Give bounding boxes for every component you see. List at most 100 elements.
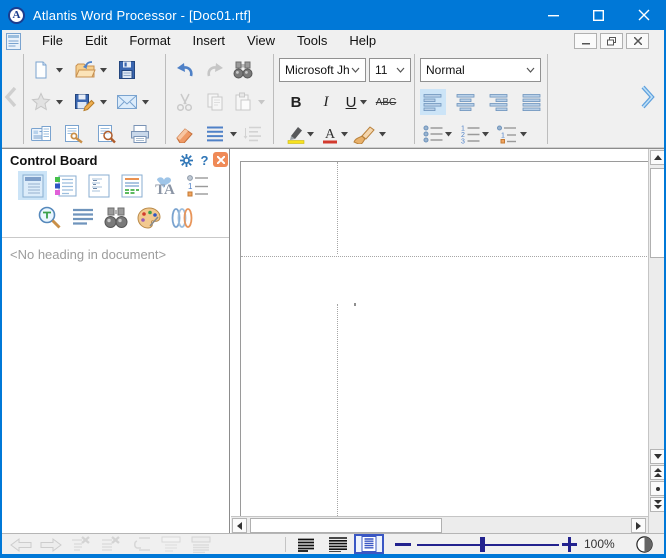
bullets-dropdown[interactable] <box>443 121 453 147</box>
cb-outline-tab[interactable]: 1 <box>183 171 212 200</box>
line-spacing-button[interactable] <box>202 121 228 147</box>
underline-dropdown[interactable] <box>358 89 368 115</box>
document-repair-button[interactable] <box>61 121 87 147</box>
nav-back-button[interactable] <box>8 535 34 554</box>
menu-insert[interactable]: Insert <box>182 30 237 52</box>
zoom-out-button[interactable] <box>395 543 411 546</box>
vertical-scrollbar[interactable] <box>648 149 666 516</box>
align-left-button[interactable] <box>420 89 446 115</box>
eraser-button[interactable] <box>172 121 198 147</box>
doc-restore-button[interactable] <box>600 33 623 49</box>
scroll-right-button[interactable] <box>631 518 646 533</box>
email-dropdown[interactable] <box>140 89 150 115</box>
copy-button[interactable] <box>202 89 228 115</box>
document-page[interactable] <box>240 161 648 516</box>
font-color-dropdown[interactable] <box>339 121 349 147</box>
menu-edit[interactable]: Edit <box>74 30 118 52</box>
nav-forward-button[interactable] <box>38 535 64 554</box>
cb-paragraph-tab[interactable] <box>68 203 97 232</box>
draft-view-button[interactable] <box>294 535 318 554</box>
close-button[interactable] <box>621 0 666 30</box>
line-spacing-dropdown[interactable] <box>228 121 238 147</box>
contrast-toggle[interactable] <box>636 536 653 556</box>
format-painter-button[interactable] <box>351 121 377 147</box>
open-dropdown[interactable] <box>98 57 108 83</box>
demote-heading-button[interactable] <box>128 535 154 554</box>
strikethrough-button[interactable]: ABC <box>370 89 402 115</box>
align-right-button[interactable] <box>486 89 512 115</box>
cb-clipboard-tab[interactable] <box>167 203 196 232</box>
cb-typography-tab[interactable]: TA <box>150 171 179 200</box>
find-button[interactable] <box>230 57 256 83</box>
remove-all-headings-button[interactable] <box>98 535 124 554</box>
align-center-button[interactable] <box>453 89 479 115</box>
cb-fields-tab[interactable] <box>84 171 113 200</box>
cut-button[interactable] <box>172 89 198 115</box>
document-properties-button[interactable] <box>28 121 54 147</box>
font-name-combo[interactable]: Microsoft Jh <box>279 58 366 82</box>
document-viewport[interactable] <box>231 149 648 516</box>
maximize-button[interactable] <box>576 0 621 30</box>
save-special-button[interactable] <box>72 89 98 115</box>
paste-dropdown[interactable] <box>256 89 266 115</box>
horizontal-scroll-thumb[interactable] <box>250 518 442 533</box>
toolbar-more-button[interactable] <box>640 84 658 113</box>
italic-button[interactable]: I <box>313 89 339 115</box>
select-browse-object-button[interactable] <box>650 481 666 496</box>
zoom-slider-handle[interactable] <box>480 537 485 552</box>
zoom-slider-track[interactable] <box>417 544 559 546</box>
new-document-dropdown[interactable] <box>54 57 64 83</box>
paragraph-style-combo[interactable]: Normal <box>420 58 541 82</box>
scroll-up-button[interactable] <box>650 150 666 165</box>
menu-help[interactable]: Help <box>338 30 387 52</box>
page-view-button[interactable] <box>354 534 384 554</box>
new-document-button[interactable] <box>28 57 54 83</box>
doc-minimize-button[interactable] <box>574 33 597 49</box>
bold-button[interactable]: B <box>283 89 309 115</box>
vertical-scroll-thumb[interactable] <box>650 168 666 258</box>
print-button[interactable] <box>127 121 153 147</box>
favorites-dropdown[interactable] <box>54 89 64 115</box>
horizontal-scrollbar[interactable] <box>231 516 648 534</box>
numbering-dropdown[interactable] <box>480 121 490 147</box>
cb-styles-tab[interactable] <box>117 171 146 200</box>
control-board-help-button[interactable]: ? <box>196 152 213 168</box>
cb-colors-tab[interactable] <box>134 203 163 232</box>
scroll-left-button[interactable] <box>232 518 247 533</box>
favorites-button[interactable] <box>28 89 54 115</box>
format-painter-dropdown[interactable] <box>377 121 387 147</box>
minimize-button[interactable] <box>531 0 576 30</box>
save-special-dropdown[interactable] <box>98 89 108 115</box>
print-preview-button[interactable] <box>94 121 120 147</box>
scroll-down-button[interactable] <box>650 449 666 464</box>
doc-close-button[interactable] <box>626 33 649 49</box>
control-board-close-button[interactable] <box>213 152 228 167</box>
cb-zoom-tab[interactable] <box>35 203 64 232</box>
save-button[interactable] <box>114 57 140 83</box>
justify-button[interactable] <box>519 89 545 115</box>
multilevel-list-button[interactable]: 1 <box>494 121 520 147</box>
cb-headings-tab[interactable] <box>18 171 47 200</box>
font-size-combo[interactable]: 11 <box>369 58 411 82</box>
online-view-button[interactable] <box>326 535 350 554</box>
cb-find-tab[interactable] <box>101 203 130 232</box>
next-page-button[interactable] <box>650 497 666 512</box>
cb-bookmarks-tab[interactable] <box>51 171 80 200</box>
heading-text-button[interactable] <box>158 535 184 554</box>
menu-format[interactable]: Format <box>118 30 181 52</box>
email-button[interactable] <box>114 89 140 115</box>
menu-file[interactable]: File <box>31 30 74 52</box>
undo-button[interactable] <box>172 57 198 83</box>
control-board-settings-button[interactable] <box>178 152 195 168</box>
previous-page-button[interactable] <box>650 465 666 480</box>
remove-heading-button[interactable] <box>68 535 94 554</box>
paste-button[interactable] <box>230 89 256 115</box>
multilevel-list-dropdown[interactable] <box>518 121 528 147</box>
open-button[interactable] <box>72 57 98 83</box>
menu-view[interactable]: View <box>236 30 286 52</box>
full-text-button[interactable] <box>188 535 214 554</box>
redo-button[interactable] <box>202 57 228 83</box>
document-icon[interactable] <box>6 33 21 50</box>
toolbar-scroll-left[interactable] <box>4 86 18 111</box>
highlight-dropdown[interactable] <box>305 121 315 147</box>
